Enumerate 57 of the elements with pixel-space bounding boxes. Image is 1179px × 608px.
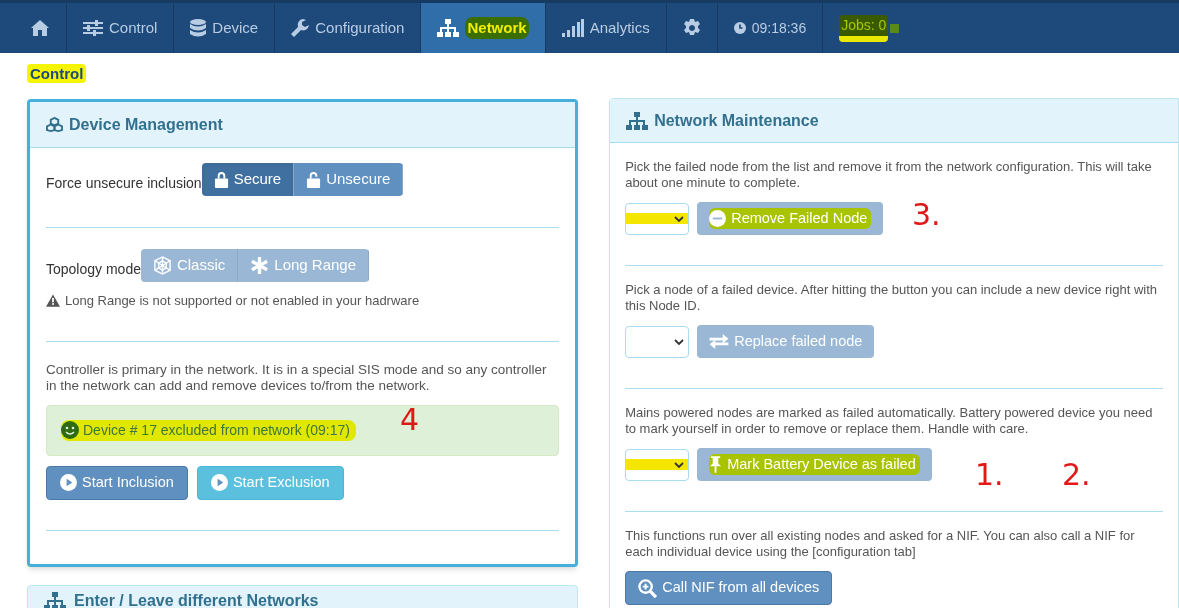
action-button[interactable]: Call NIF from all devices bbox=[625, 571, 833, 605]
sitemap-icon bbox=[437, 19, 460, 37]
play-icon bbox=[210, 474, 228, 491]
clock-icon bbox=[733, 22, 746, 34]
chevron-down-icon bbox=[674, 461, 685, 468]
nav-tab[interactable]: Control bbox=[67, 3, 175, 53]
help-text: Pick a node of a failed device. After hitting the button you can include a new device right with this Node ID. bbox=[625, 281, 1159, 315]
node-select[interactable] bbox=[625, 202, 690, 235]
handwritten-note: 4 bbox=[400, 403, 420, 437]
chevron-down-icon bbox=[674, 215, 685, 222]
play-icon bbox=[60, 474, 77, 491]
minus-circle-icon bbox=[709, 210, 727, 227]
panel-title: Enter / Leave different Networks bbox=[74, 592, 319, 608]
nav-tab[interactable]: Device bbox=[174, 3, 276, 53]
bar-chart-icon bbox=[561, 19, 584, 37]
warning-icon bbox=[46, 294, 60, 308]
help-text: Mains powered nodes are marked as failed automatically. Battery powered device you need to mark yourself in order to remove or replace them. Handle with care. bbox=[625, 404, 1154, 438]
field-label: Topology mode bbox=[46, 260, 141, 279]
settings-icon bbox=[682, 19, 701, 37]
chevron-down-icon bbox=[674, 338, 685, 345]
swap-arrows-icon bbox=[709, 334, 730, 349]
sitemap-icon bbox=[626, 111, 649, 130]
zoom-in-icon bbox=[638, 578, 658, 598]
action-button[interactable]: Start Exclusion bbox=[196, 465, 344, 500]
help-text: This functions run over all existing nodes and asked for a NIF. You can also call a NIF for each individual device using the [configuration tab] bbox=[625, 527, 1136, 561]
toggle-button[interactable]: Unsecure bbox=[294, 163, 404, 196]
unlocked-lock-icon bbox=[306, 171, 322, 188]
handwritten-note: 3. bbox=[912, 198, 941, 232]
field-label: Force unsecure inclusion bbox=[46, 174, 202, 193]
warning-message: Long Range is not supported or not enabled in your hadrware bbox=[46, 282, 560, 341]
jobs-counter: Jobs: 0 bbox=[823, 3, 916, 53]
pushpin-icon bbox=[709, 456, 723, 473]
clock-display: 09:18:36 bbox=[717, 3, 824, 53]
help-text: Pick the failed node from the list and remove it from the network configuration. This will take about one minute to complete. bbox=[625, 158, 1153, 192]
network-icon bbox=[44, 592, 66, 608]
wrench-icon bbox=[291, 19, 310, 37]
info-text: Controller is primary in the network. It is in a special SIS mode and so any controller in the network can add and remove devices to/from the network. bbox=[46, 360, 548, 395]
lock-icon bbox=[213, 171, 229, 188]
web-icon bbox=[152, 256, 172, 275]
node-select[interactable] bbox=[625, 448, 690, 481]
page-title: Control bbox=[27, 64, 87, 83]
status-square-icon bbox=[890, 23, 900, 33]
handwritten-note: 1. bbox=[975, 458, 1004, 492]
asterisk-icon bbox=[250, 256, 270, 275]
action-button[interactable]: Start Inclusion bbox=[46, 465, 188, 500]
handwritten-note: 2. bbox=[1062, 458, 1091, 492]
home-icon bbox=[30, 19, 50, 37]
sliders-icon bbox=[83, 20, 103, 36]
cubes-icon bbox=[46, 117, 63, 132]
nav-tab[interactable]: Analytics bbox=[545, 3, 667, 53]
node-select[interactable] bbox=[625, 325, 690, 358]
toggle-button[interactable]: Secure bbox=[201, 163, 295, 196]
nav-tab[interactable]: Network bbox=[421, 3, 546, 53]
panel-title: Device Management bbox=[69, 114, 223, 135]
database-icon bbox=[190, 19, 207, 37]
panel-title: Network Maintenance bbox=[654, 110, 819, 131]
smiley-icon bbox=[61, 421, 79, 439]
